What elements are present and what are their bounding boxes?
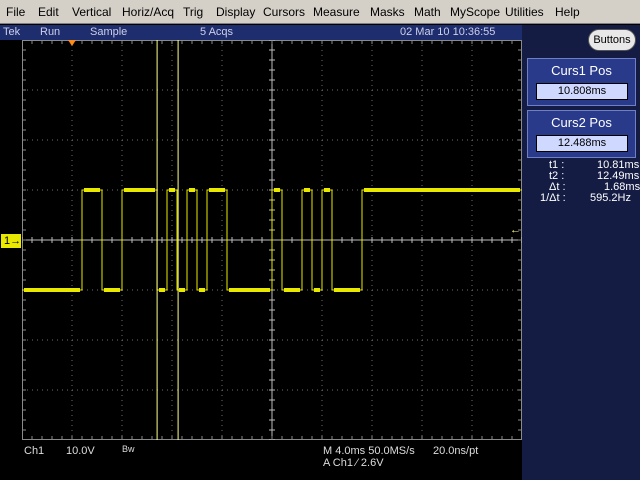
waveform-display[interactable]: ←: [21, 39, 523, 441]
menu-file[interactable]: File: [6, 5, 25, 19]
menu-trig[interactable]: Trig: [183, 5, 203, 19]
menu-horiz-acq[interactable]: Horiz/Acq: [122, 5, 174, 19]
ch1-ground-marker[interactable]: 1→: [1, 234, 21, 248]
trigger-position-icon: [68, 40, 76, 46]
waveform-graticule: ←: [21, 39, 523, 441]
menu-math[interactable]: Math: [414, 5, 441, 19]
channel-name[interactable]: Ch1: [24, 445, 44, 457]
cursor2-value[interactable]: 12.488ms: [536, 135, 628, 152]
timebase-readout[interactable]: M 4.0ms 50.0MS/s: [323, 445, 415, 457]
menu-cursors[interactable]: Cursors: [263, 5, 305, 19]
brand-label: Tek: [3, 26, 21, 38]
cursor2-panel[interactable]: Curs2 Pos 12.488ms: [527, 110, 636, 158]
trigger-level-icon: ←: [510, 224, 521, 236]
ch1-marker-arrow-icon: →: [10, 235, 22, 247]
menu-display[interactable]: Display: [216, 5, 255, 19]
bandwidth-limit-badge: Bw: [122, 444, 135, 454]
channel-scale[interactable]: 10.0V: [66, 445, 95, 457]
cursor1-title: Curs1 Pos: [551, 63, 612, 78]
trigger-readout[interactable]: A Ch1 ⁄ 2.6V: [323, 457, 384, 469]
readout-inv-dt-value: 595.2Hz: [590, 192, 631, 204]
menu-help[interactable]: Help: [555, 5, 580, 19]
menu-myscope[interactable]: MyScope: [450, 5, 500, 19]
record-resolution: 20.0ns/pt: [433, 445, 479, 457]
cursor1-panel[interactable]: Curs1 Pos 10.808ms: [527, 58, 636, 106]
acq-count: 5 Acqs: [200, 26, 234, 38]
menu-measure[interactable]: Measure: [313, 5, 360, 19]
menu-bar: File Edit Vertical Horiz/Acq Trig Displa…: [0, 0, 640, 24]
buttons-button[interactable]: Buttons: [588, 29, 636, 51]
menu-vertical[interactable]: Vertical: [72, 5, 111, 19]
cursor2-title: Curs2 Pos: [551, 115, 612, 130]
datetime: 02 Mar 10 10:36:55: [400, 26, 496, 38]
run-state: Run: [40, 26, 61, 38]
menu-edit[interactable]: Edit: [38, 5, 59, 19]
status-bar: Tek Run Sample 5 Acqs 02 Mar 10 10:36:55: [0, 25, 522, 40]
menu-masks[interactable]: Masks: [370, 5, 405, 19]
menu-utilities[interactable]: Utilities: [505, 5, 544, 19]
acq-mode: Sample: [90, 26, 128, 38]
cursor1-value[interactable]: 10.808ms: [536, 83, 628, 100]
readout-inv-dt-label: 1/Δt :: [540, 192, 566, 204]
